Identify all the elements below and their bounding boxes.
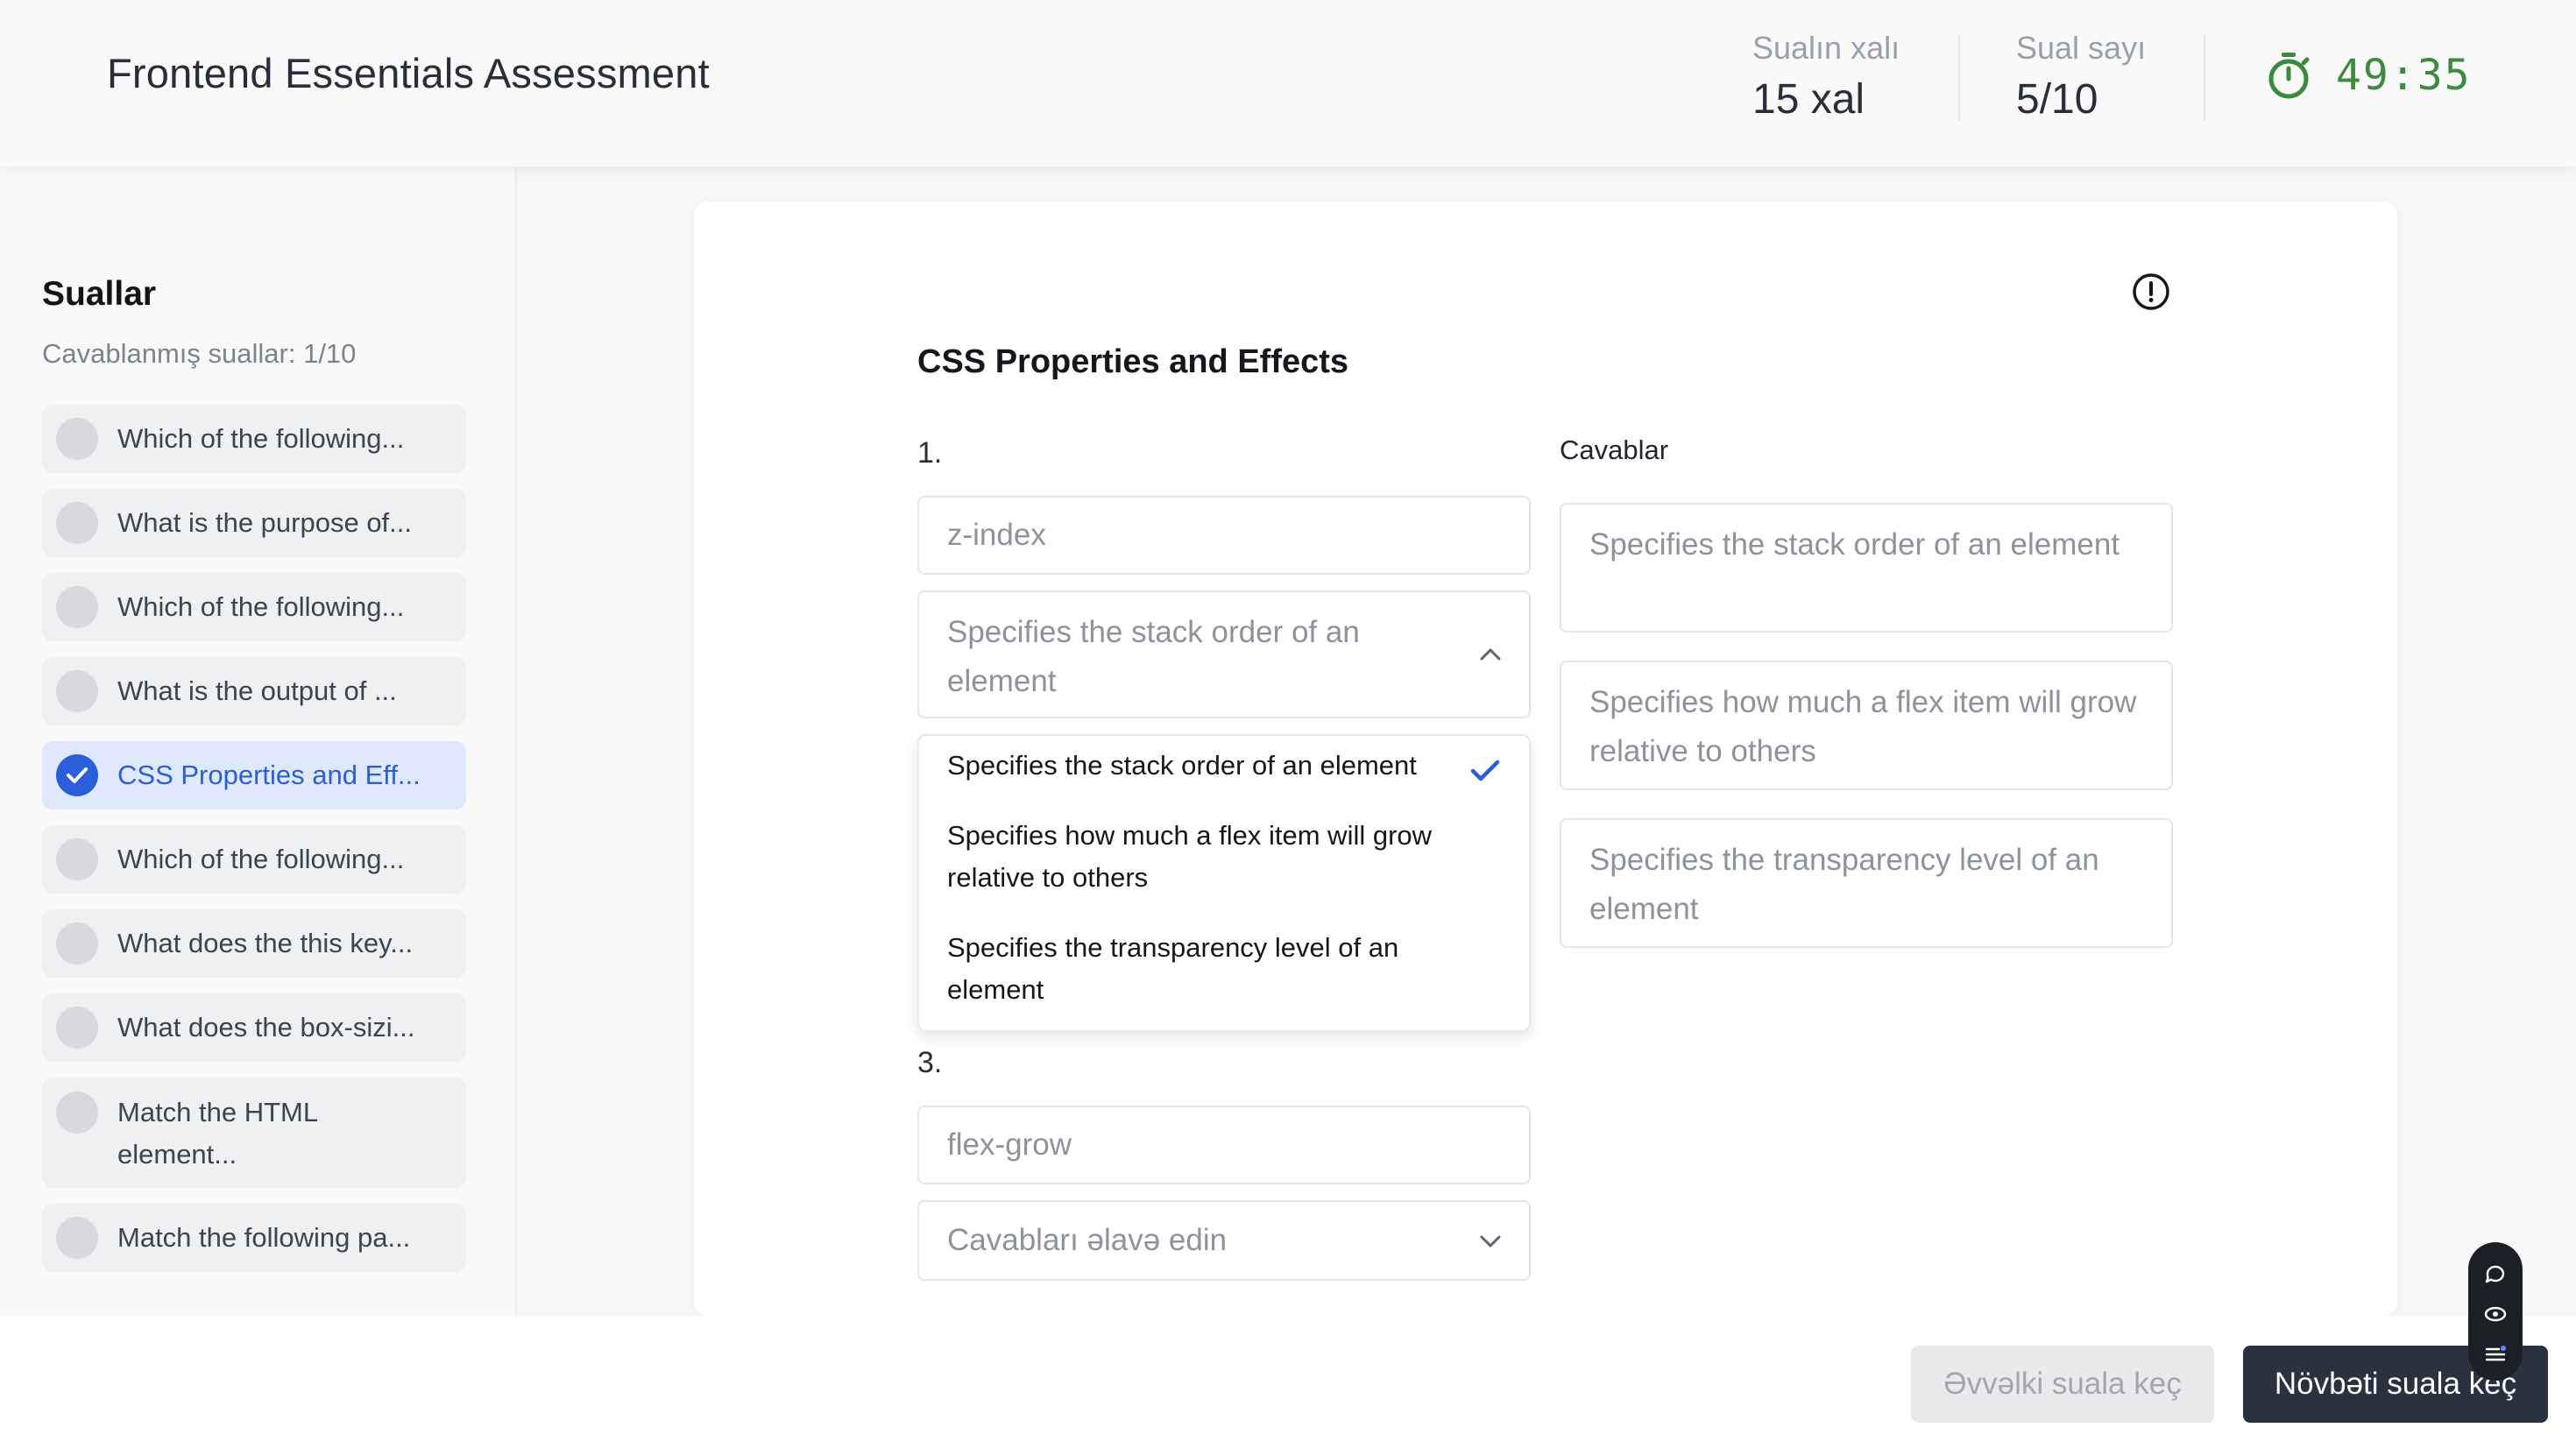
- count-label: Sual sayı: [2016, 30, 2147, 66]
- status-dot: [56, 838, 98, 880]
- countdown-timer: 49:35: [2266, 51, 2472, 100]
- term-field: z-index: [917, 496, 1531, 575]
- dropdown-option[interactable]: Specifies how much a flex item will grow…: [947, 815, 1490, 899]
- dropdown-option-selected[interactable]: Specifies the stack order of an element: [947, 745, 1490, 787]
- answer-dropdown: Specifies the stack order of an element …: [917, 734, 1531, 1032]
- question-card: CSS Properties and Effects 1. z-index Sp…: [694, 201, 2397, 1316]
- check-circle-icon: [56, 754, 98, 796]
- question-nav-item[interactable]: What does the box-sizi...: [42, 993, 466, 1062]
- list-icon[interactable]: [2483, 1342, 2508, 1367]
- answer-select-open[interactable]: Specifies the stack order of an element: [917, 590, 1531, 718]
- question-list: Which of the following... What is the pu…: [42, 405, 466, 1288]
- pair-number: 3.: [917, 1046, 943, 1079]
- status-dot: [56, 670, 98, 712]
- footer-bar: Əvvəlki suala keç Növbəti suala keç: [0, 1316, 2576, 1449]
- question-nav-item[interactable]: Match the HTML element...: [42, 1078, 466, 1188]
- header-divider: [1958, 35, 1960, 121]
- answer-card[interactable]: Specifies how much a flex item will grow…: [1560, 661, 2173, 790]
- check-icon: [1470, 760, 1500, 781]
- answers-heading: Cavablar: [1560, 435, 1669, 465]
- floating-toolbar: [2468, 1242, 2523, 1381]
- stopwatch-icon: [2268, 53, 2310, 99]
- answer-select[interactable]: Cavabları əlavə edin: [917, 1200, 1531, 1281]
- status-dot: [56, 922, 98, 965]
- status-dot: [56, 418, 98, 460]
- question-nav-label: Match the HTML element...: [117, 1097, 317, 1170]
- question-nav-label: What is the output of ...: [117, 675, 397, 706]
- dropdown-option[interactable]: Specifies the transparency level of an e…: [947, 927, 1490, 1011]
- info-icon[interactable]: [2131, 272, 2171, 312]
- question-nav-item[interactable]: Which of the following...: [42, 825, 466, 894]
- question-title: CSS Properties and Effects: [917, 343, 1349, 380]
- question-nav-item[interactable]: What is the purpose of...: [42, 489, 466, 557]
- chevron-up-icon: [1480, 648, 1501, 661]
- eye-icon[interactable]: [2483, 1302, 2508, 1326]
- question-count: Sual sayı 5/10: [2016, 30, 2146, 124]
- chevron-down-icon: [1480, 1235, 1501, 1248]
- pair-number: 1.: [917, 436, 943, 470]
- question-nav-label: What does the box-sizi...: [117, 1012, 415, 1043]
- answer-card[interactable]: Specifies the stack order of an element: [1560, 503, 2173, 633]
- question-nav-item-active[interactable]: CSS Properties and Eff...: [42, 741, 466, 809]
- timer-value: 49:35: [2336, 51, 2472, 100]
- question-nav-item[interactable]: Match the following pa...: [42, 1204, 466, 1272]
- question-sidebar: Suallar Cavablanmış suallar: 1/10 Which …: [0, 166, 517, 1316]
- count-value: 5/10: [2016, 76, 2098, 123]
- question-nav-label: What is the purpose of...: [117, 507, 413, 538]
- top-header: Frontend Essentials Assessment Sualın xa…: [0, 0, 2576, 166]
- previous-question-button[interactable]: Əvvəlki suala keç: [1911, 1346, 2214, 1423]
- header-divider: [2204, 35, 2205, 121]
- question-nav-item[interactable]: What is the output of ...: [42, 657, 466, 725]
- sidebar-title: Suallar: [42, 275, 157, 313]
- answer-card[interactable]: Specifies the transparency level of an e…: [1560, 818, 2173, 948]
- question-nav-item[interactable]: Which of the following...: [42, 573, 466, 641]
- status-dot: [56, 1092, 98, 1134]
- question-nav-label: Which of the following...: [117, 591, 405, 622]
- question-score: Sualın xalı 15 xal: [1752, 30, 1900, 124]
- status-dot: [56, 586, 98, 628]
- question-nav-label: Which of the following...: [117, 423, 405, 454]
- select-placeholder: Cavabları əlavə edin: [947, 1223, 1228, 1257]
- chat-bubble-icon[interactable]: [2483, 1262, 2508, 1286]
- answered-count: Cavablanmış suallar: 1/10: [42, 338, 357, 369]
- question-nav-label: What does the this key...: [117, 928, 414, 958]
- score-value: 15 xal: [1752, 76, 1865, 123]
- question-nav-item[interactable]: Which of the following...: [42, 405, 466, 473]
- question-nav-label: Match the following pa...: [117, 1222, 411, 1253]
- status-dot: [56, 502, 98, 544]
- score-label: Sualın xalı: [1752, 30, 1900, 66]
- status-dot: [56, 1217, 98, 1259]
- term-field: flex-grow: [917, 1106, 1531, 1184]
- status-dot: [56, 1007, 98, 1049]
- question-nav-label: Which of the following...: [117, 844, 405, 874]
- assessment-title: Frontend Essentials Assessment: [107, 50, 710, 96]
- question-nav-label: CSS Properties and Eff...: [117, 760, 421, 790]
- selected-answer: Specifies the stack order of an element: [947, 615, 1360, 698]
- question-nav-item[interactable]: What does the this key...: [42, 909, 466, 978]
